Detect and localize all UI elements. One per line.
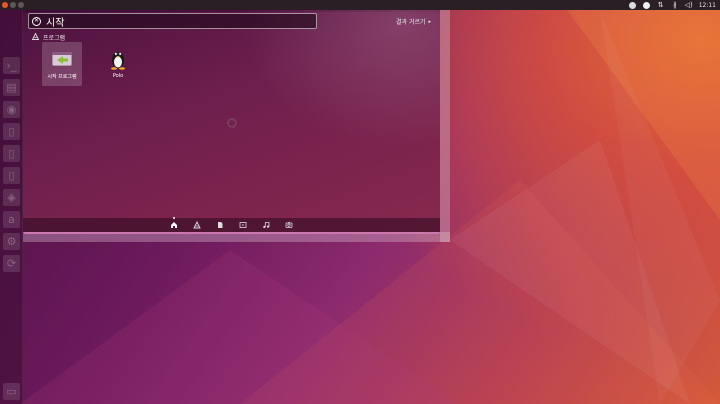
app-tile-polo[interactable]: Polo	[98, 42, 138, 86]
terminal-icon[interactable]: ›_	[2, 56, 21, 75]
network-icon[interactable]: ⇅	[657, 1, 665, 9]
applications-icon[interactable]	[193, 221, 201, 229]
category-header: 프로그램	[31, 32, 66, 42]
search-input[interactable]: ✕ 시작	[28, 13, 317, 29]
search-query[interactable]: 시작	[46, 14, 64, 29]
minimize-button[interactable]	[10, 2, 16, 8]
category-label: 프로그램	[43, 35, 66, 42]
lens-bar	[23, 217, 440, 232]
files-icon[interactable]: ▤	[2, 78, 21, 97]
filter-results-button[interactable]: 결과 거르기 ▸	[396, 17, 432, 27]
amazon-icon[interactable]: a	[2, 210, 21, 229]
dash	[23, 10, 440, 232]
settings-icon[interactable]: ⚙	[2, 232, 21, 251]
window-controls	[2, 2, 24, 8]
video-icon[interactable]	[239, 221, 247, 229]
update-icon[interactable]: ⟳	[2, 254, 21, 273]
circle-icon[interactable]	[643, 1, 651, 9]
software-center-icon[interactable]: ◈	[2, 188, 21, 207]
applications-category-icon	[31, 32, 40, 42]
files-lens-icon[interactable]	[216, 221, 224, 229]
writer-icon[interactable]: ▯	[2, 122, 21, 141]
photo-icon[interactable]	[285, 221, 293, 229]
telegram-icon[interactable]	[629, 1, 637, 9]
top-panel: ⇅ ∦ ◁) 12:11	[0, 0, 720, 10]
app-label: 시작 프로그램	[47, 74, 77, 80]
maximize-button[interactable]	[18, 2, 24, 8]
firefox-icon[interactable]: ◉	[2, 100, 21, 119]
indicator-area: ⇅ ∦ ◁) 12:11	[629, 0, 716, 10]
app-tile-startup[interactable]: 시작 프로그램	[42, 42, 82, 86]
tux-icon	[106, 48, 130, 70]
chevron-right-icon: ▸	[428, 18, 432, 25]
dash-border	[440, 10, 450, 242]
dash-border	[23, 232, 450, 242]
trash-icon[interactable]: ▭	[2, 382, 21, 401]
bluetooth-icon[interactable]: ∦	[671, 1, 679, 9]
launcher: ›_ ▤ ◉ ▯ ▯ ▯ ◈ a ⚙ ⟳ ▭	[0, 10, 440, 404]
clock[interactable]: 12:11	[699, 2, 716, 9]
app-label: Polo	[112, 73, 124, 79]
calc-icon[interactable]: ▯	[2, 144, 21, 163]
startup-applications-icon	[50, 48, 74, 70]
close-button[interactable]	[2, 2, 8, 8]
music-icon[interactable]	[262, 221, 270, 229]
clear-search-icon[interactable]: ✕	[32, 16, 41, 26]
impress-icon[interactable]: ▯	[2, 166, 21, 185]
filter-label: 결과 거르기	[396, 19, 426, 26]
volume-icon[interactable]: ◁)	[685, 1, 693, 9]
home-icon[interactable]	[170, 217, 178, 229]
